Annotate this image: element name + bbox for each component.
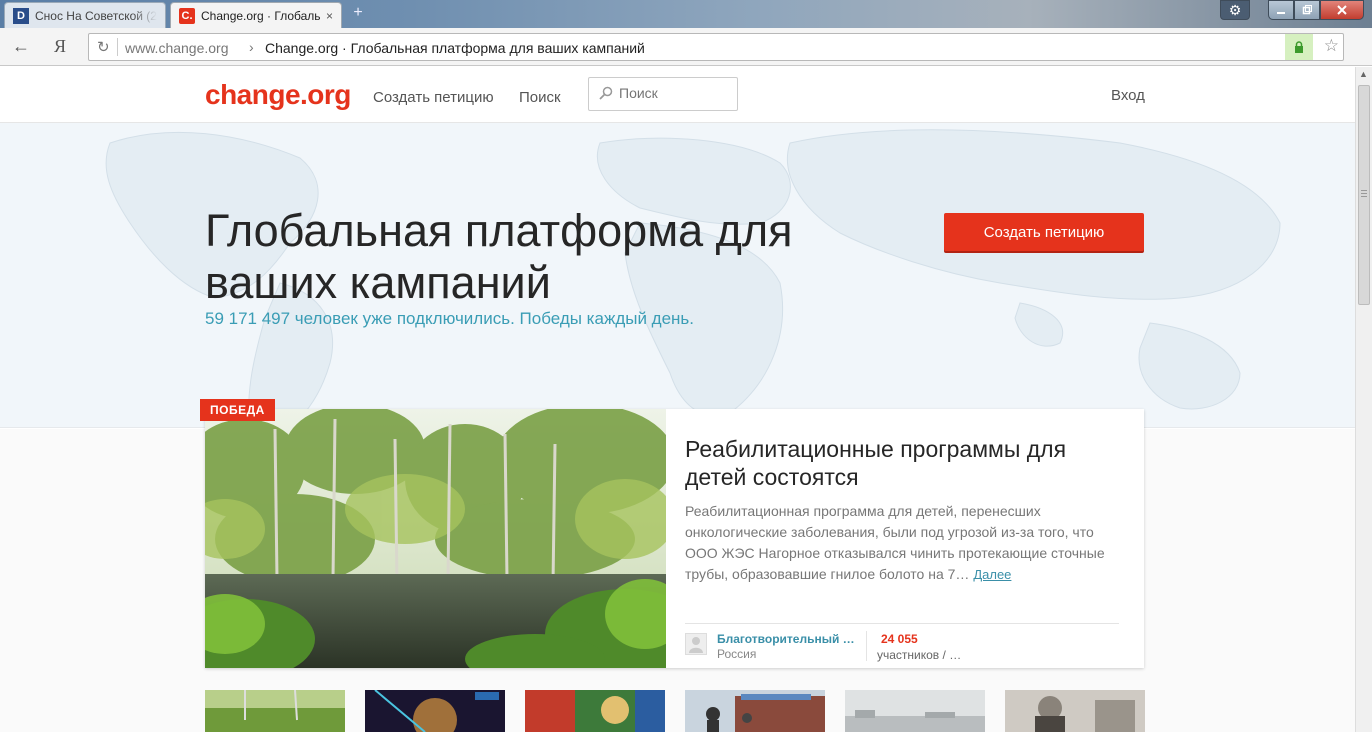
- petition-description-text: Реабилитационная программа для детей, пе…: [685, 503, 1105, 582]
- search-icon: [599, 86, 613, 100]
- supporters-label: участников / …: [877, 648, 962, 662]
- tab-close-icon[interactable]: ×: [326, 9, 333, 23]
- omnibox-divider: [117, 38, 118, 56]
- search-box[interactable]: [588, 77, 738, 111]
- petition-thumbnail[interactable]: [1005, 690, 1145, 732]
- stats-divider: [866, 631, 867, 661]
- org-country: Россия: [717, 647, 757, 661]
- victory-badge: ПОБЕДА: [200, 399, 275, 421]
- scroll-thumb[interactable]: [1358, 85, 1370, 305]
- hero-section: Глобальная платформа для ваших кампаний …: [0, 123, 1355, 428]
- tab-title: Снос На Советской (2: [35, 8, 157, 23]
- create-petition-button[interactable]: Создать петицию: [944, 213, 1144, 251]
- close-icon: [1337, 5, 1347, 15]
- favicon-change-icon: C.: [179, 7, 195, 24]
- url-separator: ›: [249, 39, 254, 55]
- bookmark-star-icon[interactable]: ☆: [1324, 36, 1339, 56]
- browser-tab-active[interactable]: C. Change.org · Глобаль ×: [170, 2, 342, 28]
- new-tab-button[interactable]: +: [348, 4, 368, 22]
- reload-icon[interactable]: ↻: [97, 38, 110, 56]
- lock-icon[interactable]: [1285, 34, 1313, 60]
- tab-title: Change.org · Глобаль: [201, 8, 321, 23]
- restore-icon: [1302, 5, 1312, 15]
- maximize-button[interactable]: [1294, 0, 1320, 20]
- browser-toolbar: ← Я ↻ www.change.org › Change.org · Глоб…: [0, 28, 1372, 66]
- close-window-button[interactable]: [1320, 0, 1364, 20]
- yandex-icon[interactable]: Я: [54, 36, 66, 57]
- petition-thumbnail[interactable]: [365, 690, 505, 732]
- window-controls: ⚙: [1220, 0, 1364, 20]
- browser-tab-inactive[interactable]: D Снос На Советской (2: [4, 2, 166, 28]
- petition-title[interactable]: Реабилитационные программы для детей сос…: [685, 435, 1105, 491]
- address-bar[interactable]: ↻ www.change.org › Change.org · Глобальн…: [88, 33, 1344, 61]
- featured-petition-card[interactable]: Реабилитационные программы для детей сос…: [205, 409, 1144, 668]
- search-input[interactable]: [619, 85, 729, 101]
- hero-subtitle: 59 171 497 человек уже подключились. Поб…: [205, 309, 695, 328]
- minimize-icon: [1277, 12, 1285, 14]
- site-header: change.org Создать петицию Поиск Вход: [0, 67, 1355, 123]
- back-arrow-icon[interactable]: ←: [12, 36, 30, 57]
- page-scrollbar[interactable]: ▲: [1355, 67, 1372, 732]
- org-avatar: [685, 633, 707, 655]
- change-org-logo[interactable]: change.org: [205, 79, 351, 111]
- supporters-count: 24 055: [881, 632, 918, 646]
- user-placeholder-icon: [689, 637, 703, 653]
- card-divider: [685, 623, 1119, 624]
- petition-thumbnail[interactable]: [205, 690, 345, 732]
- hero-title: Глобальная платформа для ваших кампаний: [205, 205, 793, 308]
- org-name[interactable]: Благотворительный …: [717, 632, 855, 646]
- scroll-up-arrow-icon[interactable]: ▲: [1359, 69, 1368, 79]
- petition-thumbnail[interactable]: [685, 690, 825, 732]
- read-more-link[interactable]: Далее: [973, 567, 1011, 582]
- url-page-title: Change.org · Глобальная платформа для ва…: [265, 40, 645, 56]
- petition-thumbnail[interactable]: [525, 690, 665, 732]
- petition-description: Реабилитационная программа для детей, пе…: [685, 501, 1125, 585]
- nav-search[interactable]: Поиск: [519, 89, 561, 106]
- petition-thumbnail[interactable]: [845, 690, 985, 732]
- settings-gear-icon[interactable]: ⚙: [1220, 0, 1250, 20]
- petition-photo[interactable]: [205, 409, 666, 668]
- browser-titlebar: D Снос На Советской (2 C. Change.org · Г…: [0, 0, 1372, 28]
- url-domain: www.change.org: [125, 40, 229, 56]
- login-link[interactable]: Вход: [1111, 87, 1145, 104]
- nav-create-petition[interactable]: Создать петицию: [373, 89, 494, 106]
- minimize-button[interactable]: [1268, 0, 1294, 20]
- favicon-d-icon: D: [13, 7, 29, 24]
